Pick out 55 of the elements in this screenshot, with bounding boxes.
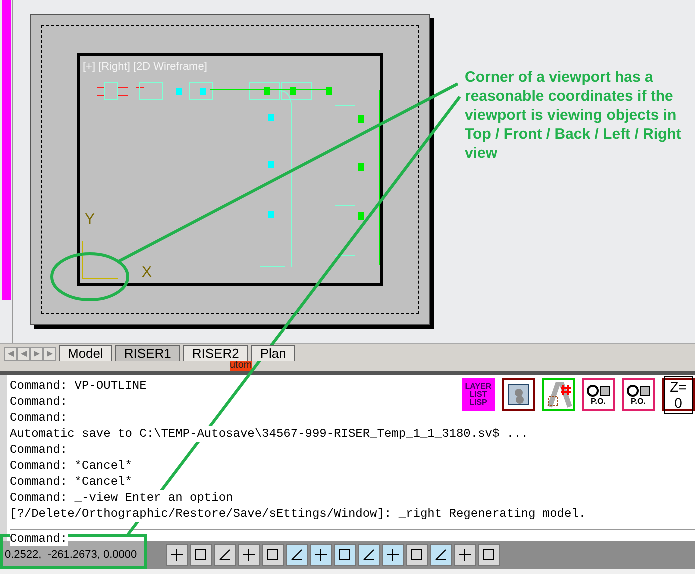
status-toggle[interactable] [430,544,452,566]
tab-scroll-button[interactable] [4,347,17,361]
status-toggle[interactable] [454,544,476,566]
y-axis-label: Y [85,211,96,228]
status-toggle[interactable] [238,544,260,566]
layout-tab[interactable]: RISER2 [183,345,248,361]
annotation-text: Corner of a viewport has a reasonable coordinates if the viewport is viewing objects in Top / Front / Back / Left / Right view [465,68,682,163]
drafting-icon [242,548,256,562]
status-toggle[interactable] [310,544,332,566]
status-toggle[interactable] [382,544,404,566]
magnifier-icon [626,384,652,398]
drafting-icon [458,548,472,562]
status-toggle[interactable] [358,544,380,566]
drafting-icon [266,548,280,562]
command-prompt[interactable]: Command: [10,532,68,546]
status-toggle[interactable] [478,544,500,566]
tab-scroll-button[interactable] [30,347,43,361]
toolbar-button[interactable]: Z= 0 [662,378,695,411]
arrow-icon [34,350,40,356]
magnifier-icon [586,384,612,398]
layout-tab[interactable]: Model [59,345,112,361]
status-toggle[interactable] [166,544,188,566]
status-toggle[interactable] [406,544,428,566]
window-icon [506,382,530,406]
tab-scroll-button[interactable] [17,347,30,361]
arrow-icon [46,350,52,356]
text-hash-icon [546,382,572,408]
arrow-icon [20,350,26,356]
layout-tab[interactable]: RISER1 [115,345,180,361]
toolbar-button[interactable]: P.O. [582,378,615,411]
drafting-icon [290,548,304,562]
drafting-icon [338,548,352,562]
drafting-icon [362,548,376,562]
status-toggle[interactable] [214,544,236,566]
autoscroll-badge: utom [230,361,252,371]
drafting-icon [410,548,424,562]
toolbar-button[interactable]: P.O. [622,378,655,411]
status-toggle[interactable] [334,544,356,566]
drafting-icon [170,548,184,562]
status-toggle[interactable] [190,544,212,566]
drafting-icon [314,548,328,562]
toolbar-button[interactable]: LAYER LIST LISP [462,378,495,411]
drafting-icon [386,548,400,562]
arrow-icon [8,350,14,356]
tab-scroll-button[interactable] [43,347,56,361]
toolbar-button[interactable] [542,378,575,411]
status-toggle[interactable] [286,544,308,566]
toolbar-button[interactable] [502,378,535,411]
drafting-icon [194,548,208,562]
layout-tab[interactable]: Plan [251,345,296,361]
drafting-icon [218,548,232,562]
status-toggle[interactable] [262,544,284,566]
x-axis-label: X [142,264,152,281]
drafting-icon [434,548,448,562]
drafting-icon [482,548,496,562]
